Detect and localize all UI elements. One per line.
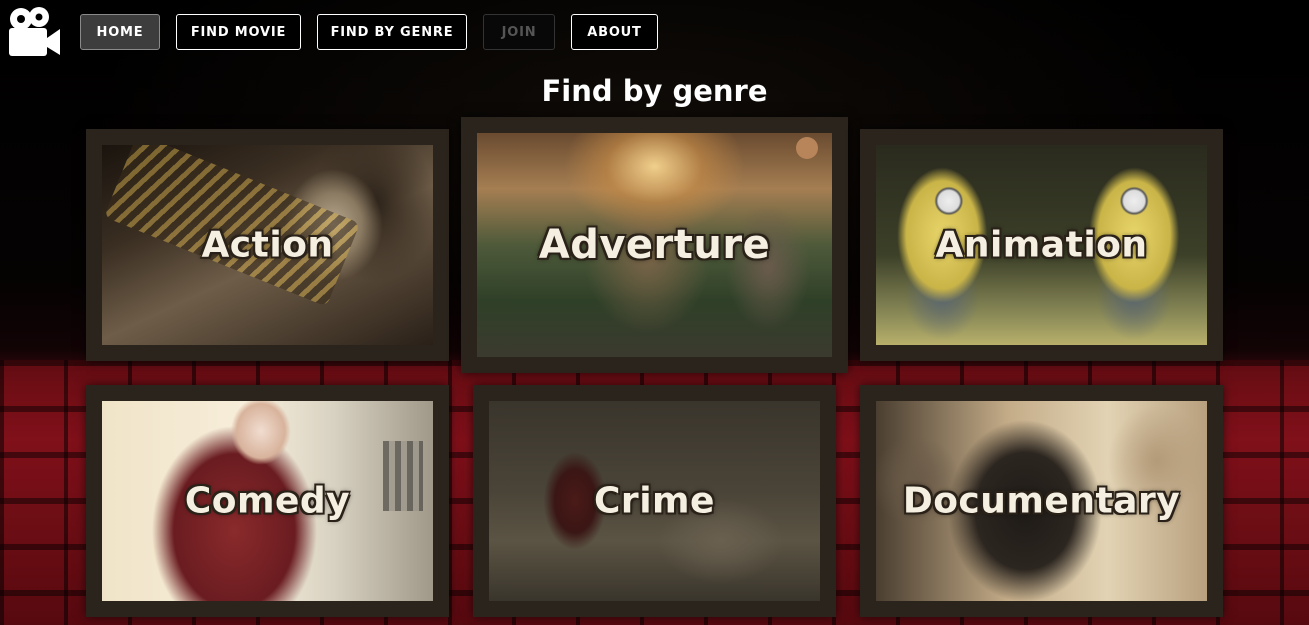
nav-home-button[interactable]: HOME bbox=[80, 14, 160, 50]
nav-find-movie-button[interactable]: FIND MOVIE bbox=[176, 14, 301, 50]
genre-image-documentary: Documentary bbox=[876, 401, 1207, 601]
genre-label: Animation bbox=[935, 224, 1148, 266]
genre-card-documentary[interactable]: Documentary bbox=[860, 385, 1223, 617]
genre-image-adventure: Adverture bbox=[477, 133, 832, 357]
genre-image-animation: Animation bbox=[876, 145, 1207, 345]
genre-image-action: Action bbox=[102, 145, 433, 345]
genre-label: Crime bbox=[594, 480, 715, 522]
genre-label: Comedy bbox=[184, 480, 351, 522]
navbar: HOME FIND MOVIE FIND BY GENRE JOIN ABOUT bbox=[0, 0, 1309, 62]
genre-label: Action bbox=[201, 224, 334, 266]
genre-image-crime: Crime bbox=[489, 401, 820, 601]
genre-card-comedy[interactable]: Comedy bbox=[86, 385, 449, 617]
nav-join-button[interactable]: JOIN bbox=[483, 14, 555, 50]
genre-card-animation[interactable]: Animation bbox=[860, 129, 1223, 361]
film-camera-icon[interactable] bbox=[6, 4, 62, 58]
genre-label: Documentary bbox=[902, 480, 1181, 522]
page-title: Find by genre bbox=[541, 74, 768, 108]
nav-about-button[interactable]: ABOUT bbox=[571, 14, 658, 50]
nav-find-by-genre-button[interactable]: FIND BY GENRE bbox=[317, 14, 467, 50]
genre-image-comedy: Comedy bbox=[102, 401, 433, 601]
genre-card-crime[interactable]: Crime bbox=[473, 385, 836, 617]
genre-card-action[interactable]: Action bbox=[86, 129, 449, 361]
genre-label: Adverture bbox=[538, 222, 771, 268]
genre-card-adventure[interactable]: Adverture bbox=[461, 117, 848, 373]
